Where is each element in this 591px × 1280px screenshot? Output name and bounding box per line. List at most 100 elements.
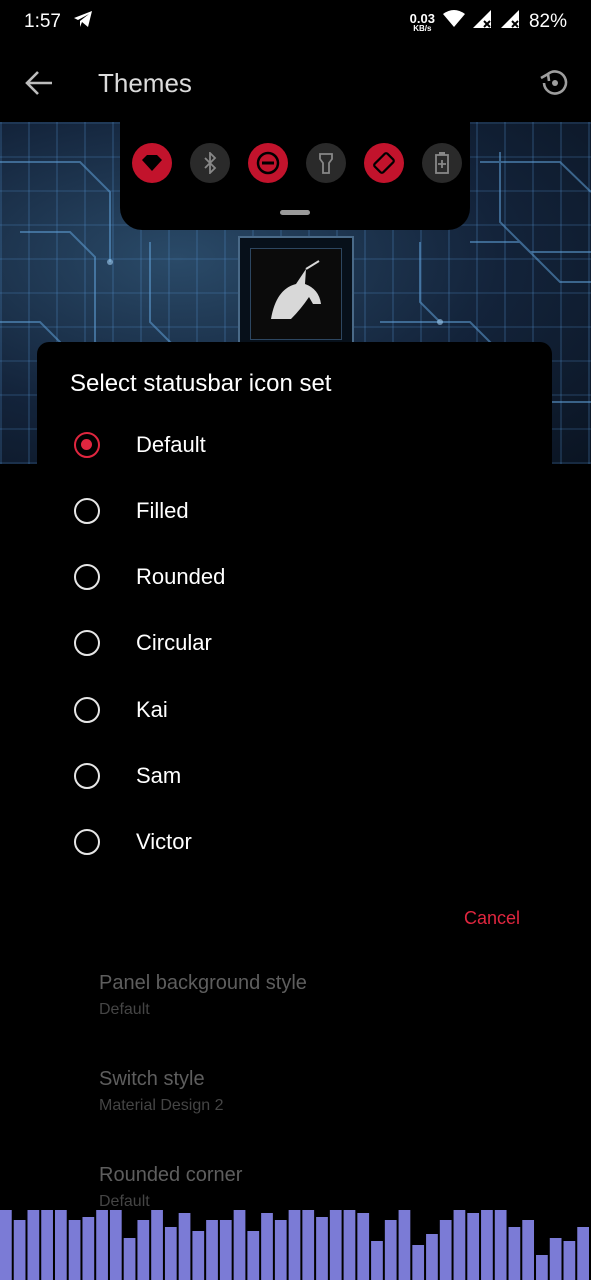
visualizer-bar [522, 1220, 535, 1280]
visualizer-bar [439, 1220, 452, 1280]
visualizer-bar [343, 1210, 356, 1280]
option-kai[interactable]: Kai [37, 679, 552, 741]
visualizer-bar [536, 1255, 548, 1280]
flashlight-icon [306, 143, 346, 183]
app-bar: Themes [0, 44, 591, 122]
setting-title: Rounded corner [99, 1164, 243, 1186]
radio-button[interactable] [74, 763, 100, 789]
visualizer-bar [206, 1220, 218, 1280]
option-label: Victor [136, 829, 192, 854]
visualizer-bar [178, 1213, 191, 1280]
visualizer-bar [412, 1245, 425, 1280]
visualizer-bar [233, 1210, 246, 1280]
visualizer-bar [426, 1234, 438, 1280]
visualizer-bar [151, 1210, 163, 1280]
visualizer-bar [481, 1210, 493, 1280]
battery-percent: 82% [528, 11, 567, 32]
option-sam[interactable]: Sam [37, 745, 552, 807]
visualizer-bar [137, 1220, 150, 1280]
setting-value: Default [99, 1001, 150, 1018]
net-speed-unit: KB/s [413, 23, 432, 33]
net-speed-value: 0.03 [409, 10, 435, 26]
radio-button[interactable] [74, 498, 100, 524]
option-filled[interactable]: Filled [37, 480, 552, 542]
radio-button[interactable] [74, 697, 100, 723]
page-title: Themes [98, 68, 192, 98]
option-label: Filled [136, 498, 189, 523]
setting-value: Material Design 2 [99, 1097, 224, 1114]
visualizer-bar [467, 1213, 480, 1280]
radio-button[interactable] [74, 432, 100, 458]
chip-graphic [238, 236, 354, 352]
option-rounded[interactable]: Rounded [37, 546, 552, 608]
audio-visualizer [0, 1210, 589, 1280]
visualizer-bar [192, 1231, 205, 1280]
option-default[interactable]: Default [37, 414, 552, 476]
visualizer-bar [0, 1210, 12, 1280]
option-label: Circular [136, 630, 212, 655]
option-label: Kai [136, 697, 168, 722]
visualizer-bar [68, 1220, 81, 1280]
setting-switch-style[interactable]: Switch style Material Design 2 [99, 1068, 224, 1115]
visualizer-bar [123, 1238, 136, 1280]
visualizer-bar [261, 1213, 273, 1280]
visualizer-bar [371, 1241, 383, 1280]
autorotate-icon [364, 143, 404, 183]
visualizer-bar [453, 1210, 466, 1280]
option-label: Rounded [136, 564, 226, 589]
wifi-icon [132, 143, 172, 183]
quick-settings-panel [120, 122, 470, 230]
setting-value: Default [99, 1193, 150, 1210]
visualizer-bar [54, 1210, 67, 1280]
telegram-icon [73, 10, 93, 34]
visualizer-bar [316, 1217, 328, 1280]
visualizer-bar [219, 1220, 232, 1280]
visualizer-bar [494, 1210, 507, 1280]
visualizer-bar [302, 1210, 315, 1280]
icon-set-dialog: Select statusbar icon set Default Filled… [37, 342, 552, 942]
battery-saver-icon [422, 143, 462, 183]
visualizer-bar [96, 1210, 108, 1280]
radio-button[interactable] [74, 630, 100, 656]
visualizer-bar [398, 1210, 411, 1280]
visualizer-bar [164, 1227, 177, 1280]
unicorn-logo [250, 248, 342, 340]
visualizer-bar [13, 1220, 26, 1280]
visualizer-bar [357, 1213, 370, 1280]
visualizer-bar [274, 1220, 287, 1280]
bluetooth-icon [190, 143, 230, 183]
radio-button[interactable] [74, 829, 100, 855]
restore-icon[interactable] [537, 66, 571, 100]
signal-icon [472, 10, 493, 34]
status-time: 1:57 [24, 11, 61, 32]
setting-title: Panel background style [99, 972, 307, 994]
option-label: Default [136, 432, 206, 457]
visualizer-bar [27, 1210, 40, 1280]
option-label: Sam [136, 763, 182, 788]
visualizer-bar [288, 1210, 301, 1280]
setting-title: Switch style [99, 1068, 205, 1090]
visualizer-bar [329, 1210, 342, 1280]
setting-panel-background[interactable]: Panel background style Default [99, 972, 307, 1019]
setting-rounded-corner[interactable]: Rounded corner Default [99, 1164, 242, 1211]
visualizer-bar [109, 1210, 122, 1280]
visualizer-bar [384, 1220, 397, 1280]
radio-button[interactable] [74, 564, 100, 590]
visualizer-bar [82, 1217, 95, 1280]
arrow-left-icon[interactable] [22, 66, 56, 100]
option-circular[interactable]: Circular [37, 612, 552, 674]
status-bar: 1:57 0.03 KB/s 82% [0, 0, 591, 44]
option-victor[interactable]: Victor [37, 811, 552, 873]
visualizer-bar [508, 1227, 521, 1280]
signal-icon [500, 10, 521, 34]
visualizer-bar [247, 1231, 260, 1280]
cancel-button[interactable]: Cancel [464, 908, 520, 929]
dnd-icon [248, 143, 288, 183]
panel-handle [280, 210, 310, 215]
wifi-icon [442, 10, 465, 34]
visualizer-bar [563, 1241, 576, 1280]
visualizer-bar [577, 1227, 589, 1280]
net-speed: 0.03 KB/s [410, 12, 435, 33]
dialog-title: Select statusbar icon set [70, 370, 332, 397]
visualizer-bar [549, 1238, 562, 1280]
